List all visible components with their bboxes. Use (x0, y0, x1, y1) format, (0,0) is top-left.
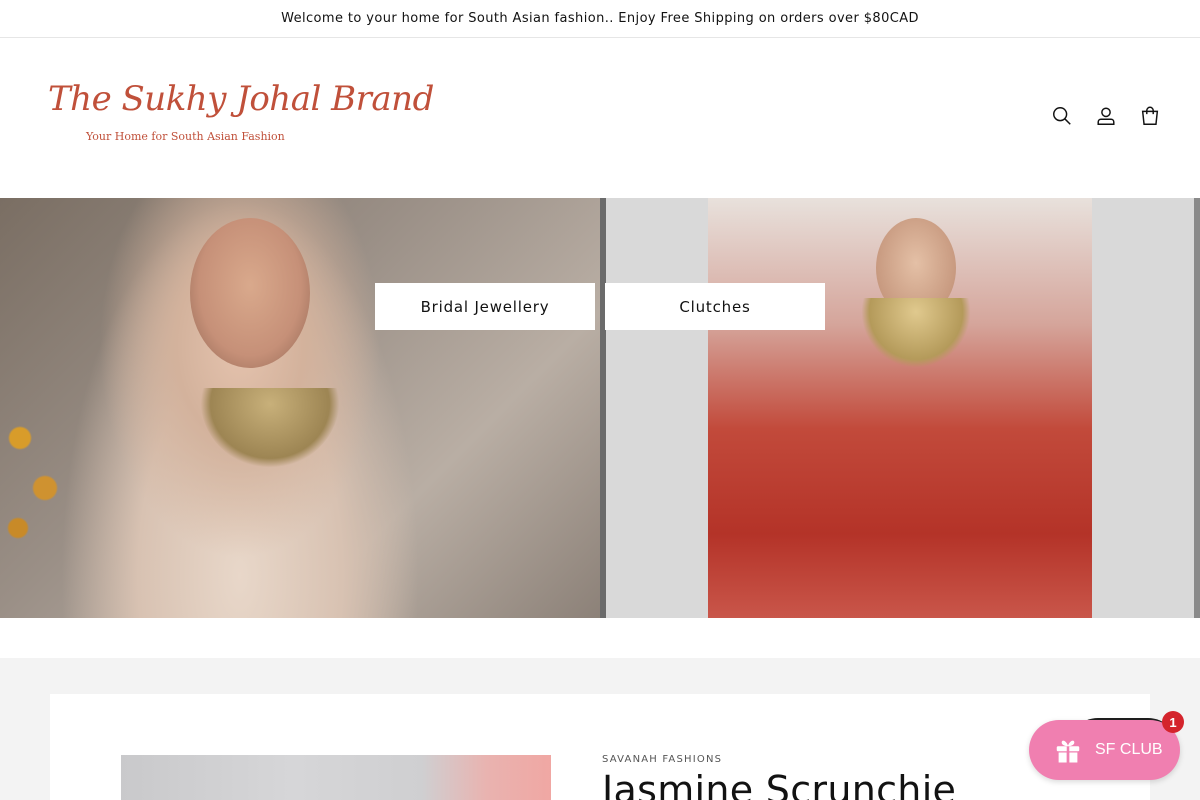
site-header: The Sukhy Johal Brand Your Home for Sout… (0, 38, 1200, 198)
logo-tagline: Your Home for South Asian Fashion (86, 130, 285, 143)
gift-icon (1056, 740, 1080, 763)
hero-image-bridal (0, 198, 600, 618)
account-icon[interactable] (1094, 104, 1118, 128)
hero-image-clutches (606, 198, 1200, 618)
product-title[interactable]: Jasmine Scrunchie (602, 768, 956, 800)
product-vendor: SAVANAH FASHIONS (602, 754, 723, 765)
cart-icon[interactable] (1138, 104, 1162, 128)
logo-script-text: The Sukhy Johal Brand (48, 79, 434, 119)
rewards-launcher-button[interactable]: SF CLUB (1029, 720, 1180, 780)
clutches-button[interactable]: Clutches (605, 283, 825, 330)
notification-badge: 1 (1162, 711, 1184, 733)
header-icons (1050, 104, 1162, 128)
collection-hero (0, 198, 1200, 618)
bridal-jewellery-button[interactable]: Bridal Jewellery (375, 283, 595, 330)
search-icon[interactable] (1050, 104, 1074, 128)
product-image[interactable] (121, 755, 551, 800)
announcement-bar: Welcome to your home for South Asian fas… (0, 0, 1200, 38)
announcement-text: Welcome to your home for South Asian fas… (281, 11, 919, 26)
rewards-label: SF CLUB (1095, 741, 1163, 758)
brand-logo[interactable]: The Sukhy Johal Brand Your Home for Sout… (48, 74, 434, 154)
